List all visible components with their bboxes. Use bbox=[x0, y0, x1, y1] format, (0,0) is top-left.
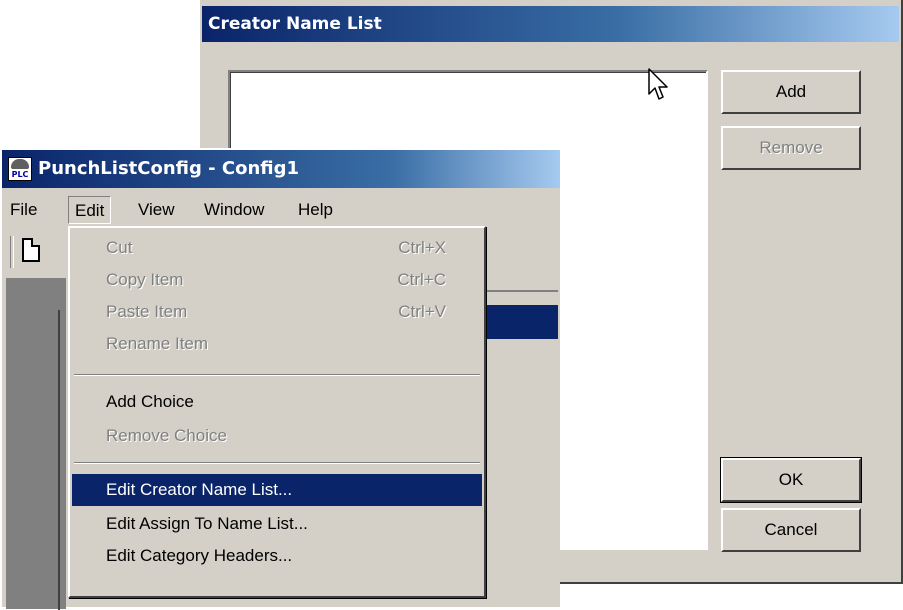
remove-button[interactable]: Remove bbox=[721, 126, 861, 170]
menu-item-cut[interactable]: Cut Ctrl+X bbox=[72, 232, 482, 264]
menu-help[interactable]: Help bbox=[292, 196, 339, 224]
menu-item-label: Paste Item bbox=[106, 302, 188, 321]
menu-view[interactable]: View bbox=[132, 196, 181, 224]
dialog-title-bar[interactable]: Creator Name List bbox=[202, 6, 899, 42]
menu-item-add-choice[interactable]: Add Choice bbox=[72, 386, 482, 418]
menu-item-shortcut: Ctrl+C bbox=[397, 270, 446, 289]
child-window-title-bar[interactable] bbox=[482, 305, 558, 339]
menu-item-label: Remove Choice bbox=[106, 426, 227, 445]
menu-item-edit-category-headers[interactable]: Edit Category Headers... bbox=[72, 540, 482, 572]
mdi-workspace bbox=[6, 278, 66, 609]
new-document-icon[interactable] bbox=[22, 238, 40, 262]
menu-edit[interactable]: Edit bbox=[68, 196, 112, 224]
app-title-bar[interactable]: PunchListConfig - Config1 bbox=[2, 150, 560, 188]
menu-separator bbox=[74, 374, 480, 376]
menu-separator bbox=[74, 462, 480, 464]
menu-item-edit-assign-to-name-list[interactable]: Edit Assign To Name List... bbox=[72, 508, 482, 540]
menu-item-paste-item[interactable]: Paste Item Ctrl+V bbox=[72, 296, 482, 328]
menu-item-label: Copy Item bbox=[106, 270, 184, 289]
menu-item-remove-choice[interactable]: Remove Choice bbox=[72, 420, 482, 452]
plc-app-icon[interactable]: PLC bbox=[8, 157, 32, 181]
menu-window[interactable]: Window bbox=[198, 196, 270, 224]
edit-dropdown-menu: Cut Ctrl+X Copy Item Ctrl+C Paste Item C… bbox=[68, 226, 486, 598]
menu-item-label: Add Choice bbox=[106, 392, 194, 411]
menu-item-label: Edit Category Headers... bbox=[106, 546, 293, 565]
menu-item-shortcut: Ctrl+V bbox=[398, 302, 446, 321]
cancel-button[interactable]: Cancel bbox=[721, 508, 861, 552]
menu-item-edit-creator-name-list[interactable]: Edit Creator Name List... bbox=[72, 474, 482, 506]
menu-item-label: Edit Assign To Name List... bbox=[106, 514, 308, 533]
menu-item-label: Rename Item bbox=[106, 334, 209, 353]
ok-button[interactable]: OK bbox=[720, 457, 862, 503]
menu-item-label: Cut bbox=[106, 238, 133, 257]
mouse-pointer-icon bbox=[648, 68, 668, 100]
child-window-border bbox=[482, 290, 558, 292]
toolbar-grip[interactable] bbox=[10, 236, 14, 268]
app-icon-text: PLC bbox=[11, 170, 29, 179]
menu-item-copy-item[interactable]: Copy Item Ctrl+C bbox=[72, 264, 482, 296]
menu-item-rename-item[interactable]: Rename Item bbox=[72, 328, 482, 360]
menu-bar: File Edit View Window Help bbox=[2, 192, 560, 226]
menu-file[interactable]: File bbox=[4, 196, 43, 224]
add-button[interactable]: Add bbox=[721, 70, 861, 114]
menu-item-shortcut: Ctrl+X bbox=[398, 238, 446, 257]
menu-item-label: Edit Creator Name List... bbox=[106, 480, 293, 499]
